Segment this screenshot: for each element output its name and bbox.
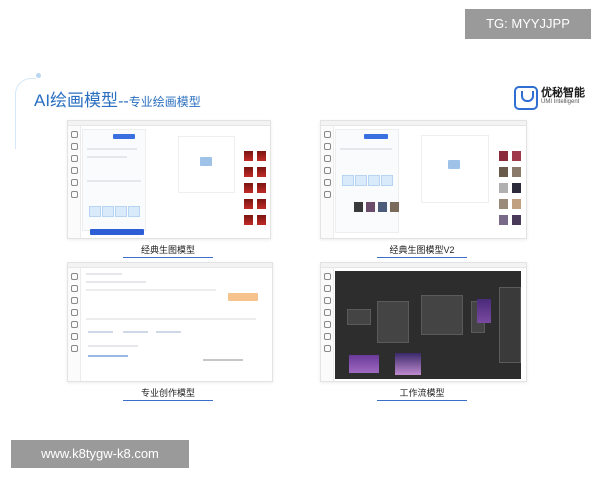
screenshot-classic-model-v2 bbox=[320, 120, 527, 239]
image-placeholder-icon bbox=[448, 160, 460, 169]
caption-classic-model-v2: 经典生图模型V2 bbox=[389, 245, 455, 255]
screenshot-classic-model bbox=[67, 120, 271, 239]
decorative-dot bbox=[36, 73, 41, 78]
mode-tab bbox=[113, 134, 135, 139]
app-topbar bbox=[68, 121, 270, 126]
side-rail bbox=[321, 268, 334, 381]
image-placeholder-icon bbox=[200, 157, 212, 166]
caption-underline bbox=[123, 257, 213, 258]
caption-underline bbox=[123, 400, 213, 401]
screenshot-pro-creation-model bbox=[67, 262, 273, 382]
settings-panel bbox=[335, 129, 399, 233]
watermark-bottom: www.k8tygw-k8.com bbox=[11, 440, 189, 468]
screenshot-workflow-model bbox=[320, 262, 527, 382]
app-topbar bbox=[68, 263, 272, 268]
settings-panel bbox=[82, 129, 146, 231]
title-sub: 专业绘画模型 bbox=[128, 95, 201, 109]
node-graph-area bbox=[335, 271, 521, 379]
caption-workflow-model: 工作流模型 bbox=[399, 388, 445, 398]
generate-button bbox=[90, 229, 144, 235]
caption-pro-creation-model: 专业创作模型 bbox=[140, 388, 195, 398]
caption-underline bbox=[377, 257, 467, 258]
preview-canvas bbox=[421, 135, 489, 203]
brand-name-cn: 优秘智能 bbox=[541, 87, 585, 99]
side-rail bbox=[68, 268, 81, 381]
caption-underline bbox=[377, 400, 467, 401]
app-topbar bbox=[321, 263, 526, 268]
title-main: AI绘画模型 bbox=[34, 91, 119, 110]
preview-canvas bbox=[178, 136, 235, 193]
page-title: AI绘画模型--专业绘画模型 bbox=[34, 86, 201, 111]
umi-logo-icon bbox=[514, 86, 538, 110]
side-rail bbox=[68, 126, 81, 238]
side-rail bbox=[321, 126, 334, 238]
caption-classic-model: 经典生图模型 bbox=[140, 245, 195, 255]
brand-name-en: UMI Intelligent bbox=[541, 99, 580, 105]
watermark-top: TG: MYYJJPP bbox=[465, 9, 591, 39]
mode-tab bbox=[364, 134, 388, 139]
decorative-corner-line bbox=[15, 78, 36, 149]
generate-button bbox=[228, 293, 258, 301]
app-topbar bbox=[321, 121, 526, 126]
title-separator: -- bbox=[118, 93, 129, 110]
